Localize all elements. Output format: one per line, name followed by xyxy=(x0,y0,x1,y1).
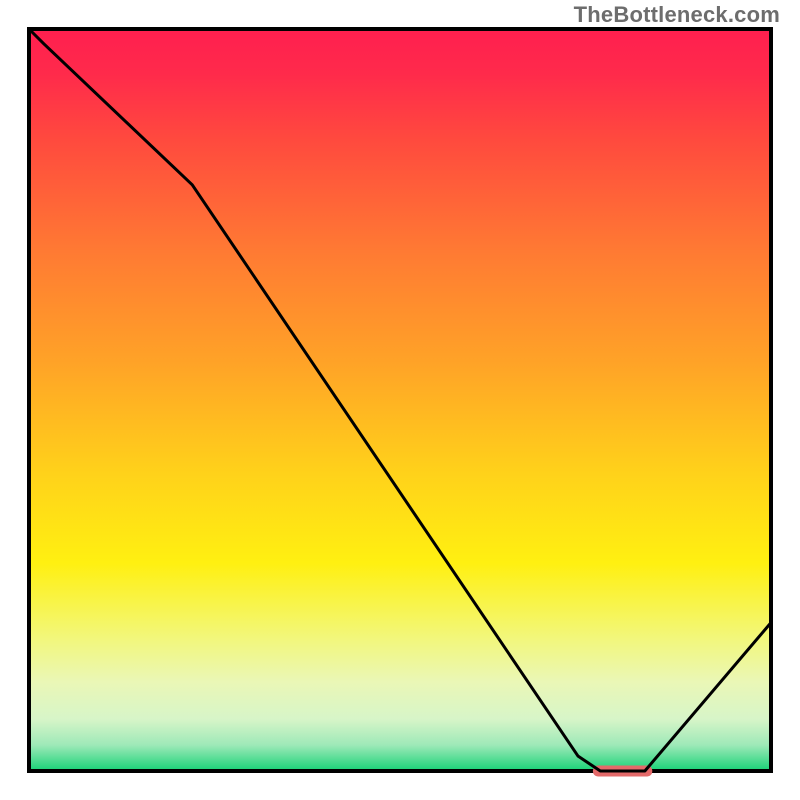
plot-background xyxy=(29,29,771,771)
bottleneck-chart-svg xyxy=(0,0,800,800)
chart-root: TheBottleneck.com xyxy=(0,0,800,800)
